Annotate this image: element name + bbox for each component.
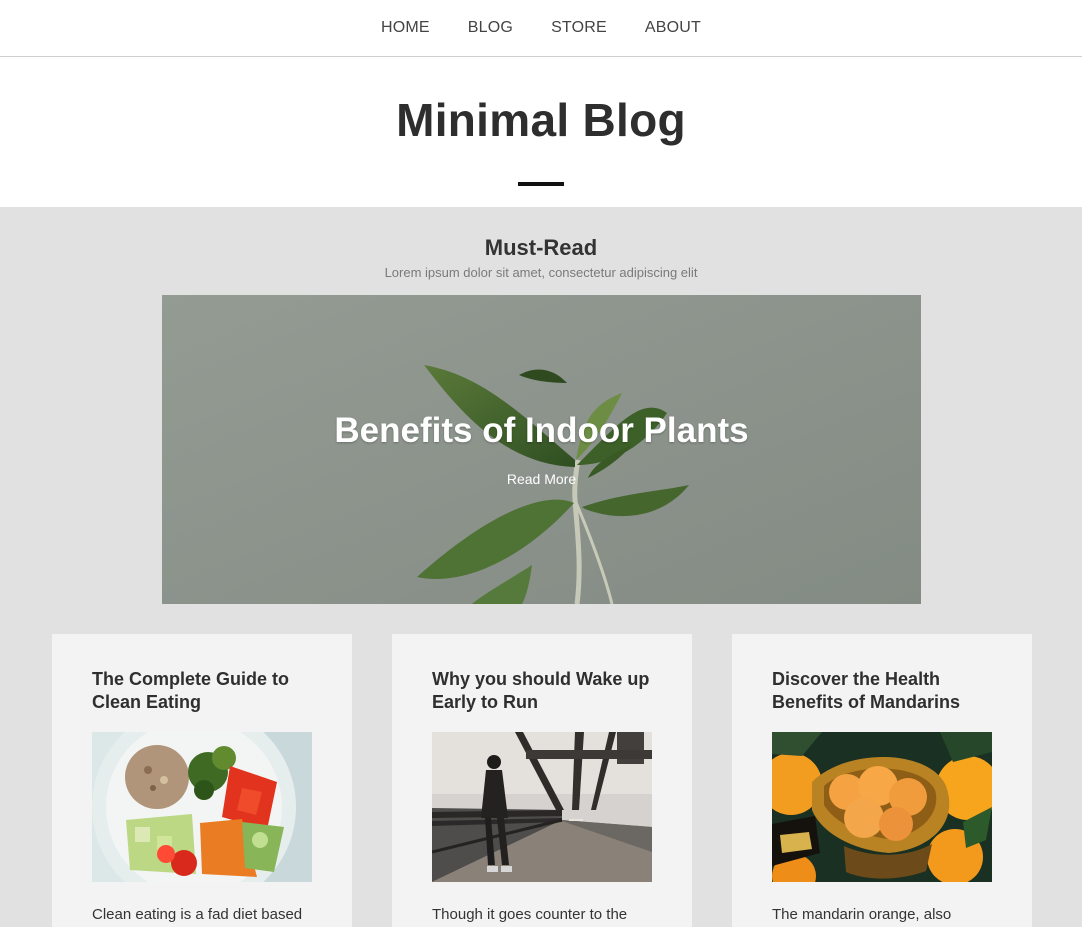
section-title: Must-Read [484,235,598,260]
post-excerpt: Clean eating is a fad diet based [92,906,303,923]
main-content: Must-Read Lorem ipsum dolor sit amet, co… [0,207,1082,927]
hero-featured-post[interactable]: Benefits of Indoor Plants Read More [162,295,921,604]
post-image[interactable] [92,732,312,882]
post-title[interactable]: Why you should Wake up Early to Run [432,668,662,714]
mandarins-photo [772,732,992,882]
post-card: The Complete Guide to Clean Eating Clean… [52,634,352,927]
post-image[interactable] [772,732,992,882]
site-header: Minimal Blog [0,57,1082,207]
nav-item-home[interactable]: HOME [362,19,449,37]
post-card: Why you should Wake up Early to Run Thou… [392,634,692,927]
read-more-link[interactable]: Read More [507,471,576,487]
runner-bridge-photo [432,732,652,882]
top-navigation: HOME BLOG STORE ABOUT [0,0,1082,57]
post-title[interactable]: The Complete Guide to Clean Eating [92,668,322,714]
section-subtitle: Lorem ipsum dolor sit amet, consectetur … [384,265,698,280]
nav-item-store[interactable]: STORE [532,19,626,37]
salad-bowl-photo [92,732,312,882]
nav-item-blog[interactable]: BLOG [449,19,532,37]
hero-title[interactable]: Benefits of Indoor Plants [162,411,921,451]
title-divider [518,182,564,186]
post-excerpt: The mandarin orange, also [772,906,952,923]
site-title: Minimal Blog [396,94,686,146]
post-title[interactable]: Discover the Health Benefits of Mandarin… [772,668,1002,714]
post-card: Discover the Health Benefits of Mandarin… [732,634,1032,927]
post-excerpt: Though it goes counter to the [432,906,628,923]
nav-item-about[interactable]: ABOUT [626,19,720,37]
post-image[interactable] [432,732,652,882]
